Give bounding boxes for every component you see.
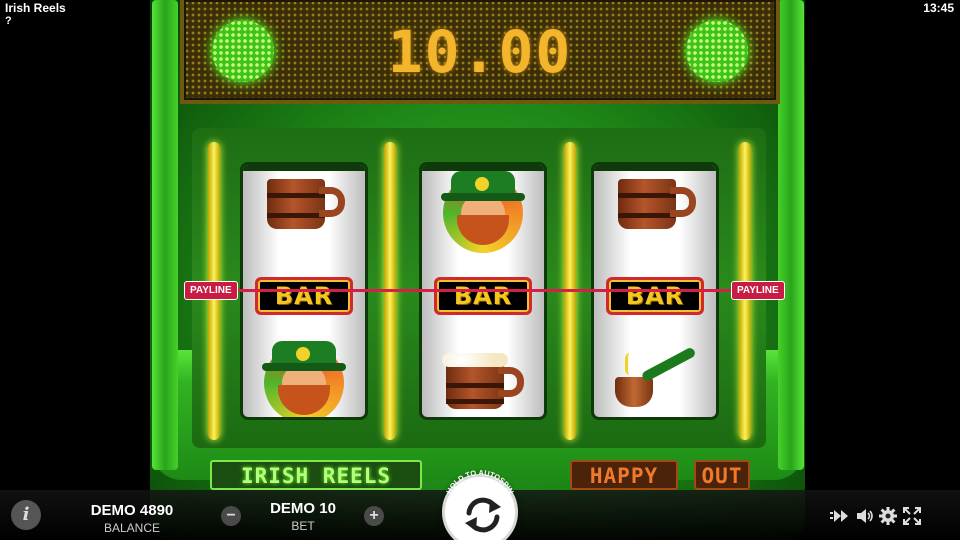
cabinet-light-rail-right xyxy=(778,0,804,470)
info-icon[interactable]: i xyxy=(11,500,41,530)
bet-increase-button[interactable]: + xyxy=(364,506,384,526)
payline-label-right: PAYLINE xyxy=(731,281,785,300)
bet-value: DEMO 10 xyxy=(270,500,336,517)
leprechaun-icon xyxy=(258,341,350,417)
sound-icon[interactable] xyxy=(855,506,875,526)
bar-symbol: BAR xyxy=(255,277,353,315)
settings-icon[interactable] xyxy=(878,506,898,526)
beer-mug-icon xyxy=(440,353,526,411)
bar-symbol: BAR xyxy=(606,277,704,315)
clover-led-icon xyxy=(686,20,748,82)
fullscreen-icon[interactable] xyxy=(902,506,922,526)
balance-caption: BALANCE xyxy=(103,521,161,535)
game-name-sign: IRISH REELS xyxy=(210,460,422,490)
bet-caption: BET xyxy=(291,519,315,533)
cabinet-light-rail-left xyxy=(152,0,178,470)
win-display: 10.00 xyxy=(180,0,780,104)
balance-value: DEMO 4890 xyxy=(90,502,174,519)
beer-mug-icon xyxy=(261,173,347,231)
beer-mug-icon xyxy=(612,173,698,231)
payline xyxy=(210,289,750,292)
out-sign: OUT xyxy=(694,460,750,490)
clock: 13:45 xyxy=(923,1,954,15)
bet-decrease-button[interactable]: − xyxy=(221,506,241,526)
autospin-hint: HOLD TO AUTOSPIN xyxy=(444,470,515,495)
turbo-icon[interactable] xyxy=(830,506,850,526)
payline-label-left: PAYLINE xyxy=(184,281,238,300)
help-link[interactable]: ? xyxy=(5,15,12,27)
leprechaun-icon xyxy=(437,171,529,253)
bar-symbol: BAR xyxy=(434,277,532,315)
game-title: Irish Reels xyxy=(5,1,66,15)
happy-sign: HAPPY xyxy=(570,460,678,490)
svg-text:HOLD TO AUTOSPIN: HOLD TO AUTOSPIN xyxy=(444,470,515,495)
pipe-icon xyxy=(607,346,703,413)
